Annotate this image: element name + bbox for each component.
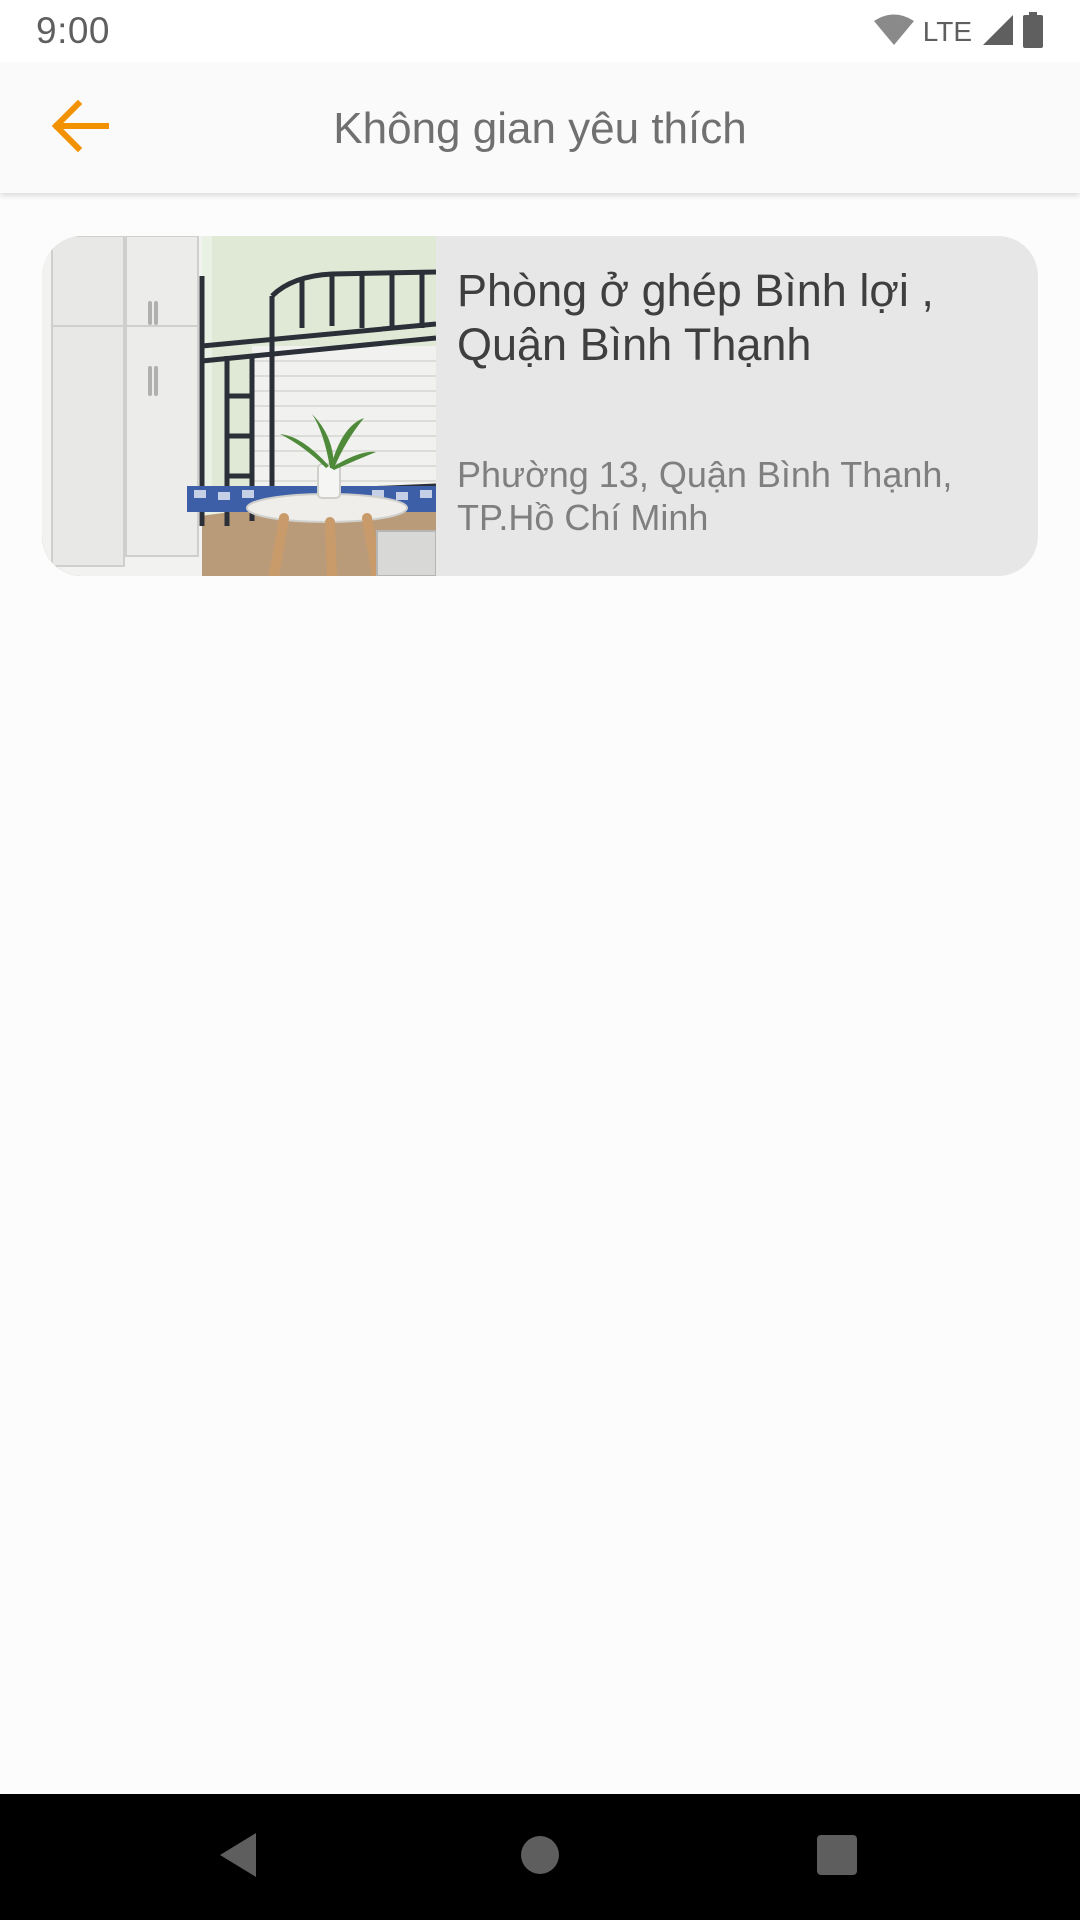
status-time: 9:00 — [36, 10, 111, 51]
nav-back-button[interactable] — [198, 1822, 278, 1892]
battery-icon — [1022, 11, 1044, 53]
home-circle-icon — [519, 1834, 561, 1881]
favorite-room-card[interactable]: Phòng ở ghép Bình lợi , Quận Bình Thạnh … — [42, 236, 1038, 576]
page-title: Không gian yêu thích — [333, 104, 747, 153]
nav-home-button[interactable] — [500, 1822, 580, 1892]
network-type-label: LTE — [922, 16, 972, 47]
recents-square-icon — [816, 1834, 858, 1881]
nav-recents-button[interactable] — [797, 1822, 877, 1892]
room-photo — [42, 236, 436, 576]
wifi-icon — [873, 14, 915, 51]
status-bar: 9:00 LTE — [0, 0, 1080, 63]
cell-signal-icon — [982, 14, 1014, 51]
favorites-list: Phòng ở ghép Bình lợi , Quận Bình Thạnh … — [0, 193, 1080, 1793]
room-title: Phòng ở ghép Bình lợi , Quận Bình Thạnh — [457, 265, 934, 370]
status-icons: LTE — [873, 11, 1044, 53]
back-triangle-icon — [216, 1831, 260, 1884]
app-bar: Không gian yêu thích — [0, 63, 1080, 193]
room-address: Phường 13, Quận Bình Thạnh, TP.Hồ Chí Mi… — [457, 454, 953, 538]
system-nav-bar — [0, 1794, 1080, 1920]
screen: 9:00 LTE Không gian yêu thích Phòng ở gh… — [0, 0, 1080, 1920]
